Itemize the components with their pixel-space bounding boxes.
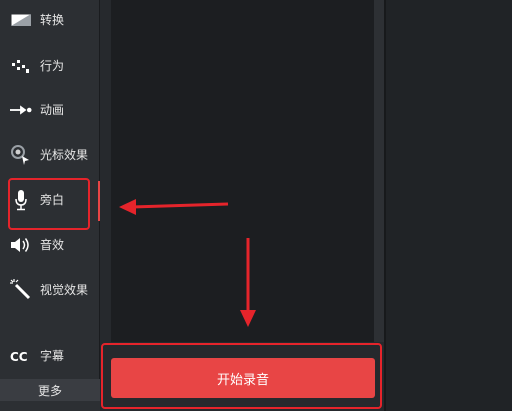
sidebar-item-cursor-effects[interactable]: 光标效果 xyxy=(0,135,100,175)
canvas-area xyxy=(386,0,512,411)
speaker-icon xyxy=(10,235,32,255)
sidebar-item-label: 转换 xyxy=(40,13,65,27)
panel-scrollbar[interactable] xyxy=(374,0,384,342)
sidebar-item-visual-effects[interactable]: 视觉效果 xyxy=(0,270,100,310)
sidebar-item-transitions[interactable]: 转换 xyxy=(0,0,100,40)
start-recording-button[interactable]: 开始录音 xyxy=(111,358,375,398)
sidebar-item-label: 动画 xyxy=(40,103,65,117)
more-button[interactable]: 更多 xyxy=(0,379,100,401)
sidebar-item-captions[interactable]: CC 字幕 xyxy=(0,336,100,376)
behavior-icon xyxy=(10,56,32,76)
sidebar-item-label: 行为 xyxy=(40,59,65,73)
app-window: 转换 行为 动画 光标效果 旁白 音效 视觉效果 CC 字幕 更多 开始录音 xyxy=(0,0,512,411)
transition-icon xyxy=(10,10,32,30)
sidebar-item-label: 音效 xyxy=(40,238,65,252)
animation-icon xyxy=(10,100,32,120)
sidebar-item-behaviors[interactable]: 行为 xyxy=(0,46,100,86)
svg-text:CC: CC xyxy=(10,350,28,363)
sidebar: 转换 行为 动画 光标效果 旁白 音效 视觉效果 CC 字幕 更多 xyxy=(0,0,100,411)
narration-content-area xyxy=(111,0,374,342)
narration-panel: 开始录音 xyxy=(100,0,384,411)
cc-icon: CC xyxy=(10,346,32,366)
sidebar-item-label: 旁白 xyxy=(40,193,65,207)
sidebar-item-label: 字幕 xyxy=(40,349,65,363)
magic-wand-icon xyxy=(10,279,32,300)
sidebar-item-narration[interactable]: 旁白 xyxy=(0,180,100,220)
sidebar-item-label: 视觉效果 xyxy=(40,283,89,297)
cursor-effects-icon xyxy=(10,145,32,165)
sidebar-item-audio-effects[interactable]: 音效 xyxy=(0,225,100,265)
sidebar-item-animations[interactable]: 动画 xyxy=(0,90,100,130)
sidebar-item-label: 光标效果 xyxy=(40,148,89,162)
sidebar-footer xyxy=(0,401,100,411)
microphone-icon xyxy=(10,190,32,211)
